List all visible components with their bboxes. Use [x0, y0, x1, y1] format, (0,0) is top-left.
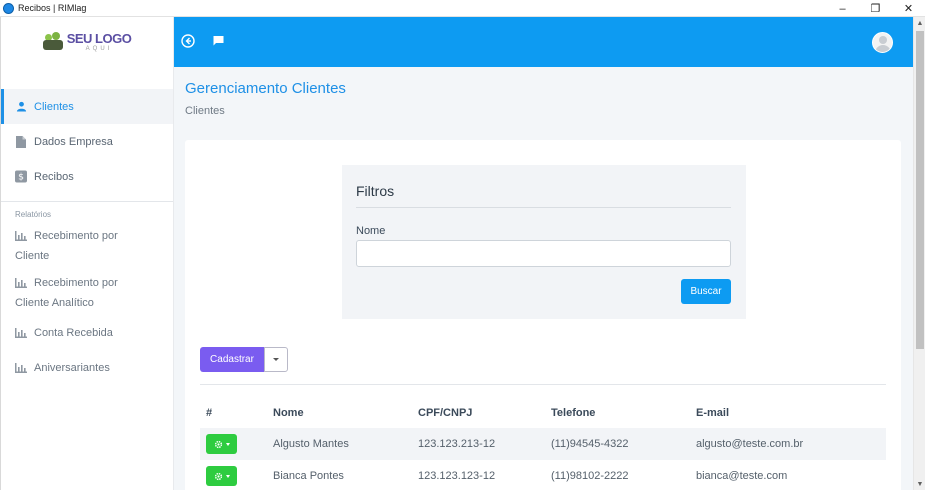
cell-nome: Bianca Pontes [273, 470, 344, 482]
sidebar-item-label: Clientes [34, 100, 74, 113]
col-header-cpf: CPF/CNPJ [418, 407, 473, 419]
cell-telefone: (11)98102-2222 [551, 470, 629, 482]
col-header-nome: Nome [273, 407, 304, 419]
table-row: Algusto Mantes 123.123.213-12 (11)94545-… [200, 428, 886, 460]
report-item-recebimento-analitico[interactable]: Recebimento por Cliente Analítico [1, 266, 173, 313]
sidebar-item-label: Dados Empresa [34, 135, 113, 148]
user-icon [15, 101, 27, 113]
report-label: Conta Recebida [34, 327, 113, 339]
svg-text:$: $ [18, 172, 24, 183]
cell-telefone: (11)94545-4322 [551, 438, 629, 450]
close-button[interactable]: ✕ [892, 0, 925, 17]
create-button[interactable]: Cadastrar [200, 347, 264, 372]
main-content: Gerenciamento Clientes Clientes Filtros … [174, 67, 913, 490]
table-header: # Nome CPF/CNPJ Telefone E-mail [200, 398, 886, 428]
document-icon [15, 135, 27, 148]
logo: SEU LOGO AQUI [1, 17, 173, 67]
sidebar-item-dados-empresa[interactable]: Dados Empresa [1, 124, 173, 159]
gear-icon [214, 472, 222, 480]
filters-panel: Filtros Nome Buscar [342, 165, 746, 319]
report-label-line2: Cliente Analítico [15, 297, 94, 309]
cell-email: bianca@teste.com [696, 470, 788, 482]
filters-divider [356, 207, 731, 208]
filters-title: Filtros [356, 183, 395, 199]
logo-mark-icon [42, 32, 63, 52]
bar-chart-icon [15, 327, 27, 339]
col-header-telefone: Telefone [551, 407, 596, 419]
page-title: Gerenciamento Clientes [185, 80, 346, 97]
chevron-down-icon [225, 442, 230, 446]
maximize-button[interactable]: ❐ [859, 0, 892, 17]
content-card: Filtros Nome Buscar Cadastrar # Nome CPF… [185, 140, 901, 490]
vertical-scrollbar[interactable]: ▲ ▼ [913, 17, 925, 490]
window-titlebar: Recibos | RIMlag – ❐ ✕ [0, 0, 925, 17]
window-controls: – ❐ ✕ [826, 0, 925, 17]
row-actions-button[interactable] [206, 466, 237, 486]
col-header-index: # [206, 407, 213, 419]
chat-icon[interactable] [212, 34, 226, 48]
sidebar-nav: Clientes Dados Empresa $ Recibos [1, 89, 173, 194]
cell-cpf: 123.123.123-12 [418, 470, 496, 482]
create-button-group: Cadastrar [200, 347, 288, 372]
cell-cpf: 123.123.213-12 [418, 438, 496, 450]
sidebar: SEU LOGO AQUI Clientes Dados Empresa $ R… [0, 17, 174, 490]
chevron-down-icon [273, 358, 279, 361]
cell-email: algusto@teste.com.br [696, 438, 804, 450]
bar-chart-icon [15, 277, 27, 289]
name-input[interactable] [356, 240, 731, 267]
bar-chart-icon [15, 230, 27, 242]
sidebar-item-recibos[interactable]: $ Recibos [1, 159, 173, 194]
bar-chart-icon [15, 362, 27, 374]
report-item-recebimento-cliente[interactable]: Recebimento por Cliente [1, 219, 173, 266]
name-label: Nome [356, 225, 386, 237]
card-divider [200, 384, 886, 385]
chevron-down-icon [225, 474, 230, 478]
report-label: Recebimento por [34, 277, 118, 289]
cell-nome: Algusto Mantes [273, 438, 349, 450]
clients-table: # Nome CPF/CNPJ Telefone E-mail Algusto … [200, 398, 886, 490]
logo-text: SEU LOGO [66, 31, 132, 46]
dollar-icon: $ [15, 170, 27, 183]
minimize-button[interactable]: – [826, 0, 859, 17]
report-item-conta-recebida[interactable]: Conta Recebida [1, 313, 173, 343]
top-navbar [174, 17, 913, 67]
window-title: Recibos | RIMlag [18, 3, 87, 13]
back-circle-icon[interactable] [181, 34, 195, 48]
scroll-up-icon[interactable]: ▲ [914, 17, 925, 29]
scroll-thumb[interactable] [916, 31, 924, 349]
report-item-aniversariantes[interactable]: Aniversariantes [1, 343, 173, 378]
col-header-email: E-mail [696, 407, 730, 419]
gear-icon [214, 440, 222, 448]
table-row: Bianca Pontes 123.123.123-12 (11)98102-2… [200, 460, 886, 490]
row-actions-button[interactable] [206, 434, 237, 454]
report-label: Recebimento por [34, 230, 118, 242]
reports-section-label: Relatórios [15, 210, 52, 219]
breadcrumb: Clientes [185, 105, 225, 117]
create-dropdown-toggle[interactable] [264, 347, 288, 372]
report-label: Aniversariantes [34, 362, 110, 374]
user-avatar[interactable] [872, 32, 893, 53]
app-icon [3, 2, 14, 14]
search-button[interactable]: Buscar [681, 279, 731, 304]
sidebar-item-clientes[interactable]: Clientes [1, 89, 173, 124]
logo-subtext: AQUI [85, 46, 113, 52]
report-label-line2: Cliente [15, 250, 50, 262]
sidebar-item-label: Recibos [34, 170, 74, 183]
scroll-down-icon[interactable]: ▼ [914, 478, 925, 490]
